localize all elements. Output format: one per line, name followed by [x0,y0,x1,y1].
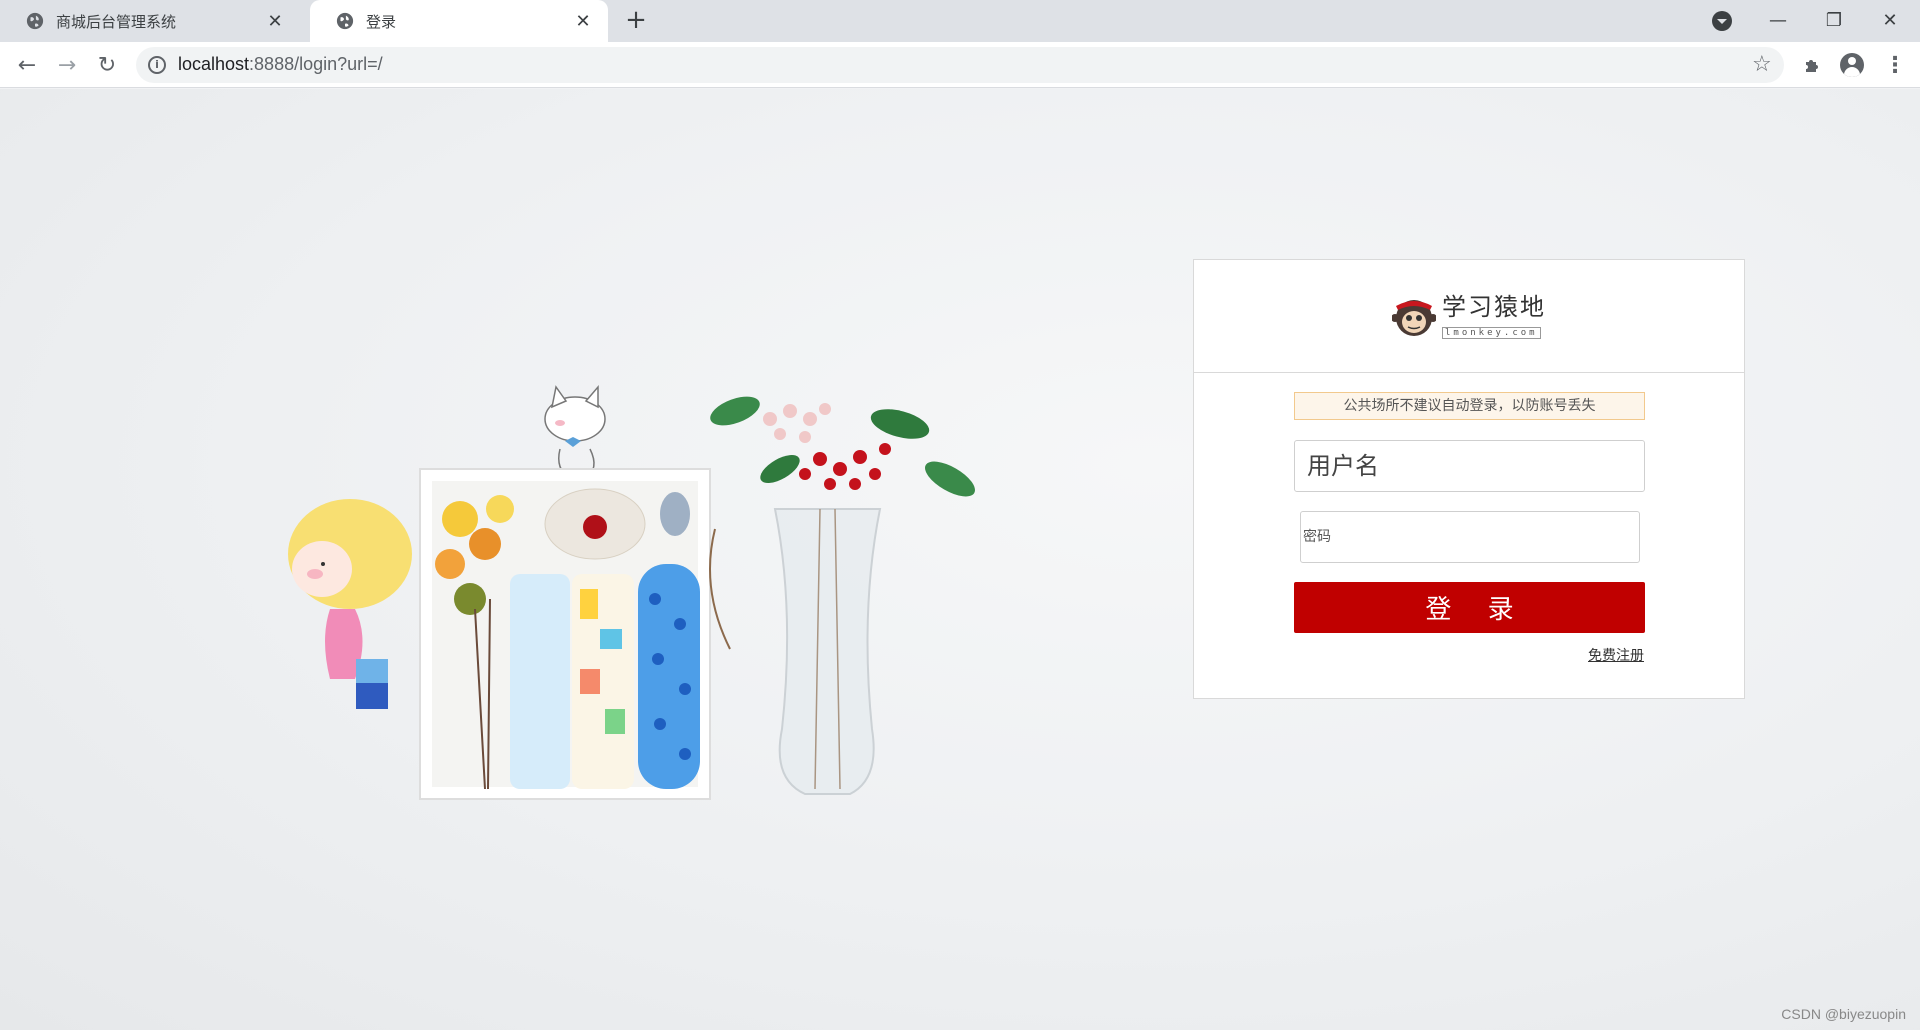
extensions-icon[interactable] [1798,50,1828,80]
close-icon[interactable]: ✕ [572,10,594,32]
profile-icon[interactable] [1840,53,1864,77]
tab-title: 商城后台管理系统 [56,12,177,31]
password-field[interactable] [1300,511,1640,563]
tab-search-icon[interactable] [1712,11,1732,31]
watermark: CSDN @biyezuopin [1781,1006,1906,1022]
new-tab-button[interactable]: + [622,7,650,34]
decorative-illustration [288,384,975,800]
window-close-button[interactable]: ✕ [1862,0,1918,40]
tab-mall-admin[interactable]: 商城后台管理系统 ✕ [0,0,300,42]
address-bar[interactable]: i localhost:8888/login?url=/ ☆ [136,47,1784,83]
browser-toolbar: ← → ↻ i localhost:8888/login?url=/ ☆ ⋮ [0,42,1920,88]
url-host: localhost [178,54,250,74]
security-notice: 公共场所不建议自动登录，以防账号丢失 [1294,392,1645,420]
star-icon[interactable]: ☆ [1752,52,1772,77]
menu-icon[interactable]: ⋮ [1880,50,1910,80]
site-logo[interactable]: 学习猿地 lmonkey.com [1392,294,1546,339]
logo-domain: lmonkey.com [1442,326,1541,339]
register-link[interactable]: 免费注册 [1588,645,1644,665]
monkey-logo-icon [1392,300,1436,336]
logo-name: 学习猿地 [1442,292,1546,321]
minimize-button[interactable]: — [1750,0,1806,40]
cat-illustration [544,384,606,480]
back-icon[interactable]: ← [12,50,42,80]
globe-icon [26,12,44,30]
close-icon[interactable]: ✕ [264,10,286,32]
tab-title: 登录 [366,12,397,31]
login-panel: 学习猿地 lmonkey.com 公共场所不建议自动登录，以防账号丢失 登 录 … [1193,259,1745,699]
restore-button[interactable]: ❐ [1806,0,1862,40]
globe-icon [336,12,354,30]
logo-text: 学习猿地 lmonkey.com [1442,294,1546,339]
login-page: 学习猿地 lmonkey.com 公共场所不建议自动登录，以防账号丢失 登 录 … [0,89,1920,1030]
login-button[interactable]: 登 录 [1294,582,1645,633]
info-icon[interactable]: i [148,56,166,74]
reload-icon[interactable]: ↻ [92,50,122,80]
url-path: :8888/login?url=/ [249,54,383,74]
forward-icon[interactable]: → [52,50,82,80]
username-field[interactable] [1294,440,1645,492]
tab-login[interactable]: 登录 ✕ [310,0,608,42]
panel-header: 学习猿地 lmonkey.com [1194,260,1744,373]
girl-illustration [288,499,412,709]
url-text[interactable]: localhost:8888/login?url=/ [178,54,383,75]
browser-tab-bar: 商城后台管理系统 ✕ 登录 ✕ + — ❐ ✕ [0,0,1920,42]
